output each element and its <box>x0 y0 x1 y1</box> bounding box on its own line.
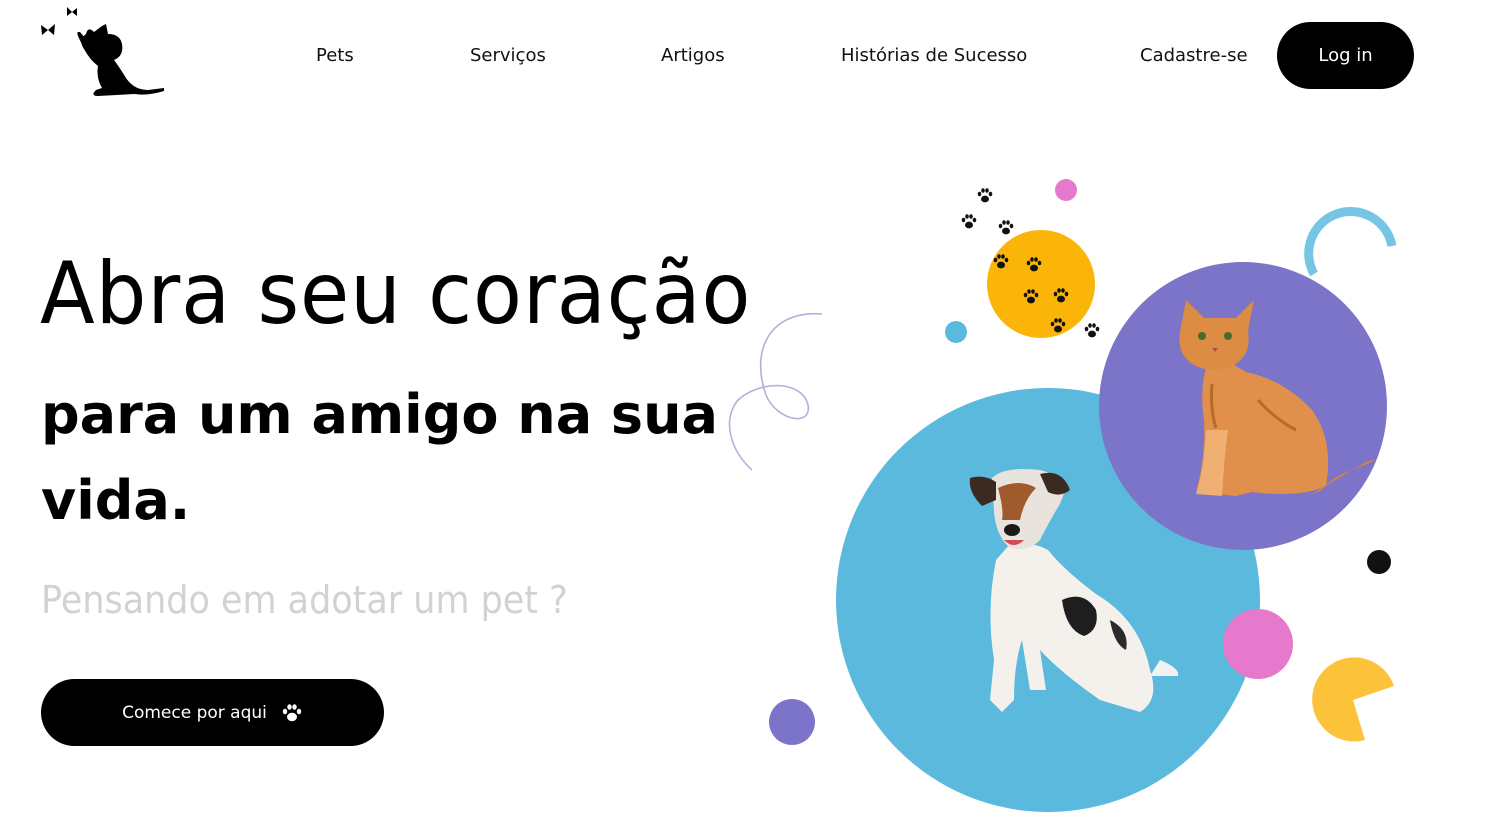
nav-link-artigos[interactable]: Artigos <box>661 44 725 68</box>
cat-logo-icon[interactable] <box>38 4 168 100</box>
login-button[interactable]: Log in <box>1277 22 1414 89</box>
paw-icon <box>282 703 302 721</box>
hero-title: Abra seu coração <box>40 244 752 344</box>
start-here-button[interactable]: Comece por aqui <box>41 679 384 746</box>
black-dot <box>1367 550 1391 574</box>
hero-question: Pensando em adotar um pet ? <box>41 578 568 622</box>
yellow-pac <box>1312 657 1394 742</box>
hero-illustration <box>728 179 1397 812</box>
nav-link-servicos[interactable]: Serviços <box>470 44 546 68</box>
pink-dot-small <box>1055 179 1077 201</box>
hero-subtitle: para um amigo na sua vida. <box>41 383 718 532</box>
pink-dot-large <box>1223 609 1293 679</box>
blue-arc <box>1304 207 1397 277</box>
start-here-label: Comece por aqui <box>122 702 267 723</box>
blue-dot-small <box>945 321 967 343</box>
squiggle-line <box>728 313 823 471</box>
nav-link-pets[interactable]: Pets <box>316 44 354 68</box>
nav-link-historias-de-sucesso[interactable]: Histórias de Sucesso <box>841 44 1027 68</box>
yellow-circle <box>987 230 1095 338</box>
nav-link-cadastre-se[interactable]: Cadastre-se <box>1140 44 1248 68</box>
purple-dot <box>769 699 815 745</box>
